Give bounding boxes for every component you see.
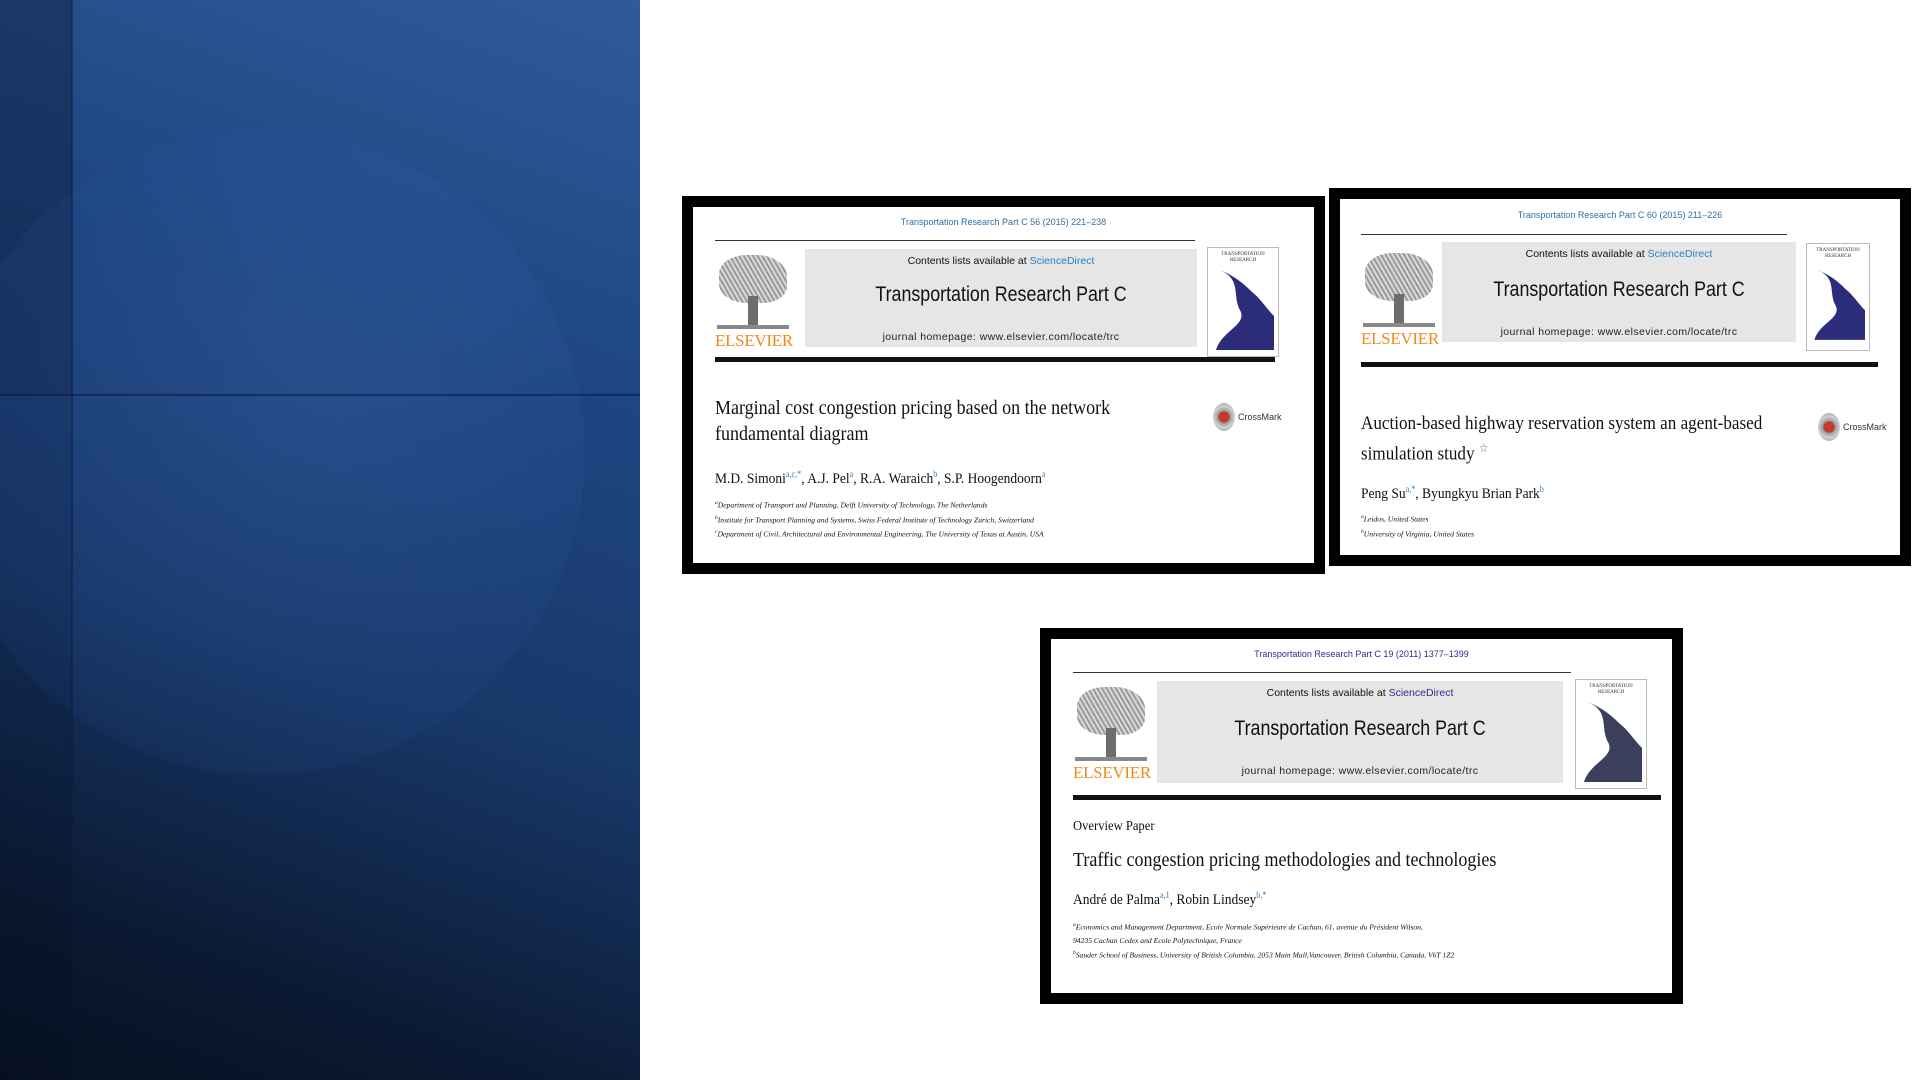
journal-banner: Contents lists available at ScienceDirec… bbox=[805, 249, 1197, 347]
cover-title: TRANSPORTATION RESEARCH bbox=[1816, 248, 1860, 259]
journal-homepage[interactable]: journal homepage: www.elsevier.com/locat… bbox=[1442, 326, 1796, 338]
crossmark-icon bbox=[1818, 413, 1840, 441]
journal-title: Transportation Research Part C bbox=[1234, 717, 1486, 740]
publisher-name: ELSEVIER bbox=[715, 331, 793, 350]
sciencedirect-link[interactable]: ScienceDirect bbox=[1030, 255, 1095, 267]
affiliation: aLeidos, United States bbox=[1361, 514, 1429, 524]
affiliation-list: aDepartment of Transport and Planning, D… bbox=[715, 497, 1044, 541]
cover-title: TRANSPORTATION RESEARCH bbox=[1221, 252, 1265, 263]
affiliation: aEconomics and Management Department, Ec… bbox=[1073, 922, 1423, 932]
author-name[interactable]: S.P. Hoogendoorn bbox=[944, 471, 1042, 487]
crossmark-icon bbox=[1213, 403, 1235, 431]
journal-title: Transportation Research Part C bbox=[1493, 278, 1745, 301]
affiliation: bUniversity of Virginia, United States bbox=[1361, 528, 1475, 539]
affiliation: aDepartment of Transport and Planning, D… bbox=[715, 500, 988, 510]
author-name[interactable]: Robin Lindsey bbox=[1176, 892, 1256, 908]
citation-line[interactable]: Transportation Research Part C 60 (2015)… bbox=[1340, 210, 1900, 220]
crossmark-badge[interactable]: CrossMark bbox=[1213, 403, 1282, 431]
affiliation: bInstitute for Transport Planning and Sy… bbox=[715, 514, 1034, 525]
citation-line[interactable]: Transportation Research Part C 56 (2015)… bbox=[693, 217, 1314, 227]
contents-line: Contents lists available at ScienceDirec… bbox=[1266, 687, 1454, 699]
author-name[interactable]: R.A. Waraich bbox=[860, 471, 933, 487]
contents-line: Contents lists available at ScienceDirec… bbox=[1525, 248, 1713, 260]
header-rule bbox=[715, 357, 1275, 362]
contents-line: Contents lists available at ScienceDirec… bbox=[907, 255, 1095, 267]
paper-card-1: Transportation Research Part C 56 (2015)… bbox=[682, 196, 1325, 574]
panel-divider-horizontal bbox=[0, 394, 640, 396]
panel-circle-shape bbox=[0, 130, 585, 775]
paper-header-2: Transportation Research Part C 60 (2015)… bbox=[1340, 199, 1900, 555]
paper-card-2: Transportation Research Part C 60 (2015)… bbox=[1329, 188, 1911, 566]
publisher-name: ELSEVIER bbox=[1361, 329, 1439, 348]
citation-line[interactable]: Transportation Research Part C 19 (2011)… bbox=[1051, 649, 1672, 659]
journal-banner: Contents lists available at ScienceDirec… bbox=[1157, 681, 1563, 783]
paper-header-1: Transportation Research Part C 56 (2015)… bbox=[693, 207, 1314, 563]
author-name[interactable]: A.J. Pel bbox=[807, 471, 849, 487]
paper-card-3: Transportation Research Part C 19 (2011)… bbox=[1040, 628, 1683, 1004]
journal-cover: TRANSPORTATION RESEARCH bbox=[1806, 243, 1870, 351]
header-rule bbox=[1073, 795, 1661, 800]
journal-title: Transportation Research Part C bbox=[875, 283, 1127, 306]
decorative-side-panel bbox=[0, 0, 640, 1080]
elsevier-logo: ELSEVIER bbox=[715, 251, 793, 350]
header-rule bbox=[1361, 362, 1878, 367]
paper-title[interactable]: Marginal cost congestion pricing based o… bbox=[715, 395, 1110, 447]
author-name[interactable]: Byungkyu Brian Park bbox=[1422, 486, 1540, 502]
crossmark-badge[interactable]: CrossMark bbox=[1818, 413, 1887, 441]
sciencedirect-link[interactable]: ScienceDirect bbox=[1389, 687, 1454, 699]
article-type-label: Overview Paper bbox=[1073, 819, 1155, 834]
author-name[interactable]: Peng Su bbox=[1361, 486, 1406, 502]
journal-homepage[interactable]: journal homepage: www.elsevier.com/locat… bbox=[805, 331, 1197, 343]
affiliation-list: aLeidos, United States bUniversity of Vi… bbox=[1361, 511, 1474, 540]
affiliation: 94235 Cachan Cedex and Ecole Polytechniq… bbox=[1073, 935, 1242, 945]
divider bbox=[715, 240, 1195, 241]
road-icon bbox=[1216, 270, 1274, 350]
road-icon bbox=[1814, 270, 1865, 340]
author-list: M.D. Simonia,c,*, A.J. Pela, R.A. Waraic… bbox=[715, 469, 1046, 487]
journal-cover: TRANSPORTATION RESEARCH bbox=[1207, 247, 1279, 357]
publisher-name: ELSEVIER bbox=[1073, 763, 1151, 782]
journal-cover: TRANSPORTATION RESEARCH bbox=[1575, 679, 1647, 789]
sciencedirect-link[interactable]: ScienceDirect bbox=[1648, 248, 1713, 260]
road-icon bbox=[1584, 702, 1642, 782]
journal-banner: Contents lists available at ScienceDirec… bbox=[1442, 242, 1796, 342]
divider bbox=[1361, 234, 1787, 235]
author-list: André de Palmaa,1, Robin Lindseyb,* bbox=[1073, 890, 1267, 908]
journal-homepage[interactable]: journal homepage: www.elsevier.com/locat… bbox=[1157, 765, 1563, 777]
divider bbox=[1073, 672, 1571, 673]
panel-divider-vertical bbox=[71, 0, 73, 1080]
affiliation: cDepartment of Civil, Architectural and … bbox=[715, 529, 1044, 539]
elsevier-logo: ELSEVIER bbox=[1361, 249, 1439, 348]
affiliation: bSauder School of Business, University o… bbox=[1073, 949, 1455, 960]
paper-title[interactable]: Auction-based highway reservation system… bbox=[1361, 411, 1762, 466]
author-name[interactable]: André de Palma bbox=[1073, 892, 1160, 908]
cover-title: TRANSPORTATION RESEARCH bbox=[1589, 684, 1633, 695]
title-footnote-star[interactable]: ☆ bbox=[1479, 441, 1489, 455]
paper-title[interactable]: Traffic congestion pricing methodologies… bbox=[1073, 847, 1496, 873]
elsevier-logo: ELSEVIER bbox=[1073, 683, 1151, 782]
author-name[interactable]: M.D. Simoni bbox=[715, 471, 786, 487]
paper-header-3: Transportation Research Part C 19 (2011)… bbox=[1051, 639, 1672, 993]
affiliation-list: aEconomics and Management Department, Ec… bbox=[1073, 919, 1454, 961]
author-list: Peng Sua,*, Byungkyu Brian Parkb bbox=[1361, 484, 1544, 502]
